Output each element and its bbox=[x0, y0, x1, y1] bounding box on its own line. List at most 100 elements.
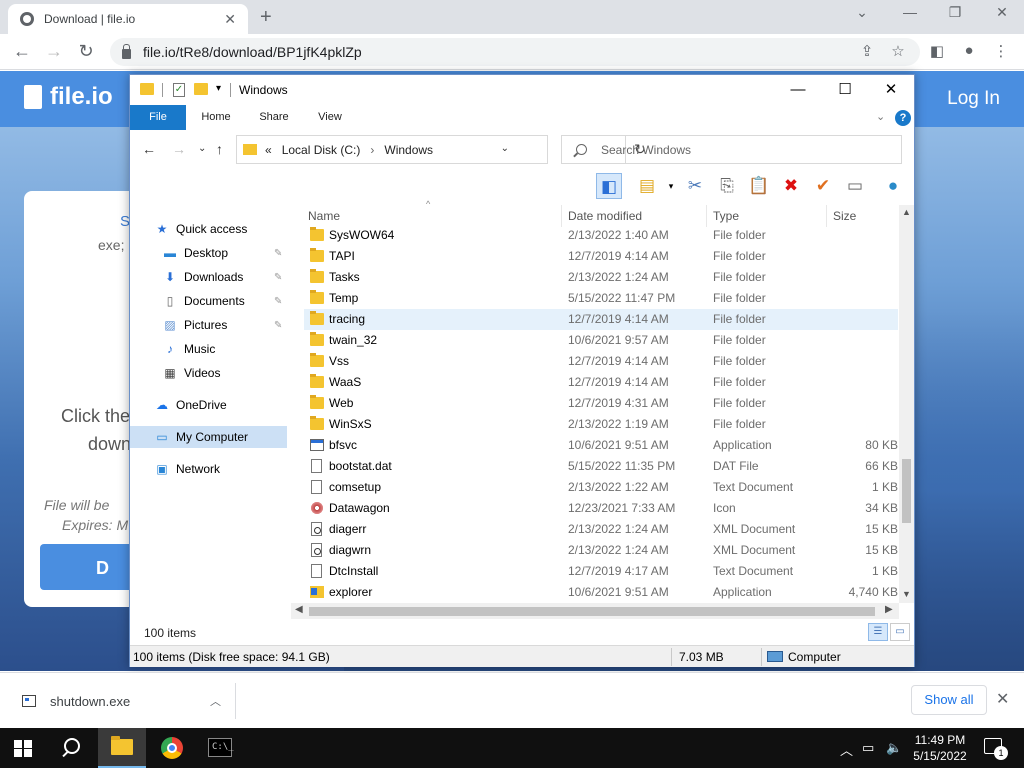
rename-check-icon[interactable]: ✔ bbox=[810, 173, 836, 199]
side-panel-icon[interactable]: ◧ bbox=[926, 42, 948, 60]
taskbar-cmd[interactable]: C:\_ bbox=[196, 728, 244, 768]
tab-close-icon[interactable]: ✕ bbox=[224, 11, 236, 28]
show-all-button[interactable]: Show all bbox=[911, 685, 987, 715]
download-item[interactable]: shutdown.exe ︿ bbox=[10, 683, 236, 719]
file-row[interactable]: diagwrn 2/13/2022 1:24 AM XML Document 15 K… bbox=[304, 540, 898, 561]
nav-pictures[interactable]: ▨ Pictures ✎ bbox=[162, 314, 288, 336]
column-header-name[interactable]: Name bbox=[302, 205, 562, 227]
login-link[interactable]: Log In bbox=[947, 88, 1000, 110]
window-restore-button[interactable]: ❐ bbox=[935, 4, 975, 21]
file-row[interactable]: Temp 5/15/2022 11:47 PM File folder bbox=[304, 288, 898, 309]
nav-downloads[interactable]: ⬇ Downloads ✎ bbox=[162, 266, 288, 288]
scroll-up-icon[interactable]: ▲ bbox=[902, 207, 911, 217]
breadcrumb-local-disk[interactable]: Local Disk (C:) bbox=[282, 143, 361, 157]
address-bar[interactable]: file.io/tRe8/download/BP1jfK4pklZp bbox=[110, 38, 920, 66]
details-view-icon[interactable]: ☰ bbox=[868, 623, 888, 641]
file-row[interactable]: Vss 12/7/2019 4:14 AM File folder bbox=[304, 351, 898, 372]
column-header-type[interactable]: Type bbox=[707, 205, 827, 227]
file-row[interactable]: twain_32 10/6/2021 9:57 AM File folder bbox=[304, 330, 898, 351]
nav-music[interactable]: ♪ Music bbox=[162, 338, 215, 360]
back-arrow-icon[interactable]: ← bbox=[142, 141, 156, 157]
file-row[interactable]: explorer 10/6/2021 9:51 AM Application 4,74… bbox=[304, 582, 898, 603]
breadcrumb-windows[interactable]: Windows bbox=[384, 143, 433, 157]
cut-icon[interactable]: ✂ bbox=[682, 173, 708, 199]
system-clock[interactable]: 11:49 PM 5/15/2022 bbox=[900, 732, 980, 764]
file-row[interactable]: tracing 12/7/2019 4:14 AM File folder bbox=[304, 309, 898, 330]
file-row[interactable]: Tasks 2/13/2022 1:24 AM File folder bbox=[304, 267, 898, 288]
preview-pane-icon[interactable]: ◧ bbox=[596, 173, 622, 199]
more-menu-icon[interactable]: ⋮ bbox=[990, 42, 1012, 60]
nav-onedrive[interactable]: ☁ OneDrive bbox=[154, 394, 227, 416]
vertical-scrollbar[interactable]: ▲ ▼ bbox=[899, 205, 914, 603]
nav-quick-access[interactable]: ★ Quick access bbox=[154, 218, 248, 240]
large-icons-view-icon[interactable]: ▭ bbox=[890, 623, 910, 641]
up-arrow-icon[interactable]: ↑ bbox=[216, 141, 223, 157]
taskbar-chrome[interactable] bbox=[148, 728, 196, 768]
tab-file[interactable]: File bbox=[130, 105, 186, 130]
horizontal-scrollbar[interactable]: ◀ ▶ bbox=[291, 603, 899, 619]
properties-icon[interactable]: ✓ bbox=[173, 83, 185, 97]
tab-home[interactable]: Home bbox=[192, 105, 240, 130]
file-row[interactable]: TAPI 12/7/2019 4:14 AM File folder bbox=[304, 246, 898, 267]
file-row[interactable]: SysWOW64 2/13/2022 1:40 AM File folder bbox=[304, 225, 898, 246]
explorer-close-button[interactable]: ✕ bbox=[868, 78, 914, 102]
window-minimize-button[interactable]: — bbox=[890, 4, 930, 20]
customize-quick-access-icon[interactable]: ▾ bbox=[216, 83, 221, 94]
profile-avatar-icon[interactable]: ● bbox=[958, 42, 980, 59]
site-logo[interactable]: file.io bbox=[24, 83, 113, 111]
copy-icon[interactable]: ⎘ bbox=[714, 173, 740, 199]
tab-view[interactable]: View bbox=[306, 105, 354, 130]
reload-icon[interactable]: ↻ bbox=[74, 41, 98, 62]
column-header-date[interactable]: Date modified bbox=[562, 205, 707, 227]
file-row[interactable]: WaaS 12/7/2019 4:14 AM File folder bbox=[304, 372, 898, 393]
paste-icon[interactable]: 📋 bbox=[746, 173, 772, 199]
network-icon[interactable]: ▭ bbox=[862, 740, 874, 756]
explorer-minimize-button[interactable]: — bbox=[775, 78, 821, 102]
search-icon[interactable] bbox=[62, 738, 82, 758]
forward-arrow-icon[interactable]: → bbox=[172, 141, 186, 157]
pin-icon[interactable]: ✎ bbox=[274, 320, 282, 331]
new-folder-icon[interactable]: ▤ bbox=[634, 173, 660, 199]
globe-icon[interactable]: ● bbox=[880, 173, 906, 199]
help-icon[interactable]: ? bbox=[895, 110, 911, 126]
file-row[interactable]: bfsvc 10/6/2021 9:51 AM Application 80 KB bbox=[304, 435, 898, 456]
nav-network[interactable]: ▣ Network bbox=[154, 458, 220, 480]
address-dropdown-icon[interactable]: ⌄ bbox=[501, 143, 509, 154]
file-row[interactable]: WinSxS 2/13/2022 1:19 AM File folder bbox=[304, 414, 898, 435]
expand-ribbon-icon[interactable]: ⌄ bbox=[876, 110, 885, 123]
show-hidden-icons-icon[interactable]: ︿ bbox=[840, 740, 853, 759]
nav-my-computer[interactable]: ▭ My Computer bbox=[130, 426, 287, 448]
file-row[interactable]: comsetup 2/13/2022 1:22 AM Text Document 1 … bbox=[304, 477, 898, 498]
chevron-up-icon[interactable]: ︿ bbox=[210, 693, 221, 709]
file-row[interactable]: bootstat.dat 5/15/2022 11:35 PM DAT File 66… bbox=[304, 456, 898, 477]
recent-locations-icon[interactable]: ⌄ bbox=[198, 143, 206, 154]
window-close-button[interactable]: ✕ bbox=[982, 4, 1022, 21]
taskbar-file-explorer[interactable] bbox=[98, 728, 146, 768]
scroll-right-icon[interactable]: ▶ bbox=[885, 604, 893, 615]
file-row[interactable]: Web 12/7/2019 4:31 AM File folder bbox=[304, 393, 898, 414]
scroll-down-icon[interactable]: ▼ bbox=[902, 589, 911, 599]
column-header-size[interactable]: Size bbox=[827, 205, 899, 227]
new-folder-icon[interactable] bbox=[194, 83, 208, 95]
tab-search-icon[interactable]: ⌄ bbox=[842, 4, 882, 21]
dropdown-icon[interactable]: ▾ bbox=[658, 173, 684, 199]
tab-share[interactable]: Share bbox=[250, 105, 298, 130]
scroll-thumb[interactable] bbox=[902, 459, 911, 523]
share-icon[interactable]: ⇪ bbox=[856, 42, 878, 60]
browser-tab[interactable]: Download | file.io ✕ bbox=[8, 4, 248, 34]
windows-start-icon[interactable] bbox=[14, 740, 32, 757]
scroll-thumb[interactable] bbox=[309, 607, 875, 616]
nav-documents[interactable]: ▯ Documents ✎ bbox=[162, 290, 288, 312]
bookmark-star-icon[interactable]: ☆ bbox=[887, 42, 909, 60]
forward-arrow-icon[interactable]: → bbox=[42, 41, 66, 62]
explorer-maximize-button[interactable]: ☐ bbox=[822, 78, 868, 102]
properties-icon[interactable]: ▭ bbox=[842, 173, 868, 199]
delete-icon[interactable]: ✖ bbox=[778, 173, 804, 199]
close-download-bar-icon[interactable]: ✕ bbox=[996, 689, 1009, 709]
back-arrow-icon[interactable]: ← bbox=[10, 41, 34, 62]
file-row[interactable]: diagerr 2/13/2022 1:24 AM XML Document 15 K… bbox=[304, 519, 898, 540]
explorer-address-bar[interactable]: « Local Disk (C:) › Windows ⌄ bbox=[236, 135, 548, 164]
pin-icon[interactable]: ✎ bbox=[274, 296, 282, 307]
new-tab-button[interactable]: + bbox=[260, 6, 272, 29]
pin-icon[interactable]: ✎ bbox=[274, 248, 282, 259]
